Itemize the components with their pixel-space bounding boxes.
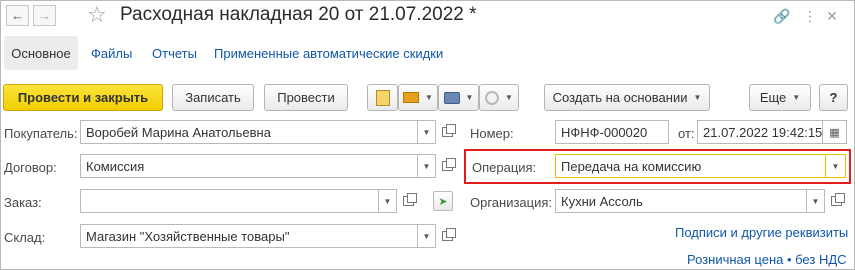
printer-icon bbox=[443, 91, 460, 104]
open-window-icon bbox=[402, 193, 417, 206]
calendar-button[interactable]: ▦ bbox=[823, 120, 847, 144]
open-window-icon bbox=[441, 158, 456, 171]
tab-discounts[interactable]: Примененные автоматические скидки bbox=[214, 46, 443, 61]
buyer-dropdown[interactable]: ▼ bbox=[418, 120, 436, 144]
operation-label: Операция: bbox=[472, 160, 537, 175]
organization-open-button[interactable] bbox=[826, 189, 846, 213]
create-based-on-label: Создать на основании bbox=[552, 90, 688, 105]
organization-label: Организация: bbox=[470, 195, 553, 210]
tab-main[interactable]: Основное bbox=[4, 36, 78, 70]
organization-input[interactable]: Кухни Ассоль bbox=[555, 189, 807, 213]
retail-price-link[interactable]: Розничная цена • без НДС bbox=[687, 252, 847, 267]
back-button[interactable]: ← bbox=[6, 5, 29, 26]
link-icon[interactable]: 🔗 bbox=[772, 6, 792, 26]
contract-open-button[interactable] bbox=[437, 154, 457, 178]
status-button[interactable]: ▼ bbox=[479, 84, 519, 111]
date-input[interactable]: 21.07.2022 19:42:15 bbox=[697, 120, 823, 144]
date-label: от: bbox=[678, 126, 695, 141]
post-and-close-button[interactable]: Провести и закрыть bbox=[3, 84, 163, 111]
buyer-label: Покупатель: bbox=[4, 126, 78, 141]
tab-reports[interactable]: Отчеты bbox=[152, 46, 197, 61]
order-open-button[interactable] bbox=[398, 189, 418, 213]
tab-files[interactable]: Файлы bbox=[91, 46, 132, 61]
operation-dropdown[interactable]: ▼ bbox=[826, 154, 846, 178]
operation-input[interactable]: Передача на комиссию bbox=[555, 154, 826, 178]
contract-label: Договор: bbox=[4, 160, 57, 175]
status-circle-icon bbox=[485, 90, 500, 105]
chevron-down-icon: ▼ bbox=[425, 93, 433, 102]
contract-input[interactable]: Комиссия bbox=[80, 154, 418, 178]
fill-document-icon: ➤ bbox=[438, 195, 448, 208]
window-title: Расходная накладная 20 от 21.07.2022 * bbox=[120, 4, 477, 25]
contract-dropdown[interactable]: ▼ bbox=[418, 154, 436, 178]
mail-icon bbox=[403, 92, 420, 103]
document-button[interactable] bbox=[367, 84, 398, 111]
help-button[interactable]: ? bbox=[819, 84, 848, 111]
create-based-on-button[interactable]: Создать на основании ▼ bbox=[544, 84, 710, 111]
buyer-input[interactable]: Воробей Марина Анатольевна bbox=[80, 120, 418, 144]
open-window-icon bbox=[441, 228, 456, 241]
number-label: Номер: bbox=[470, 126, 514, 141]
arrow-right-icon: → bbox=[38, 8, 51, 23]
print-button[interactable]: ▼ bbox=[438, 84, 479, 111]
post-button[interactable]: Провести bbox=[264, 84, 348, 111]
number-input[interactable]: НФНФ-000020 bbox=[555, 120, 669, 144]
warehouse-input[interactable]: Магазин "Хозяйственные товары" bbox=[80, 224, 418, 248]
order-input[interactable] bbox=[80, 189, 379, 213]
chevron-down-icon: ▼ bbox=[693, 93, 702, 102]
forward-button[interactable]: → bbox=[33, 5, 56, 26]
signatures-link[interactable]: Подписи и другие реквизиты bbox=[675, 225, 848, 240]
more-label: Еще bbox=[759, 90, 787, 105]
calendar-icon: ▦ bbox=[829, 126, 840, 139]
save-button[interactable]: Записать bbox=[172, 84, 254, 111]
warehouse-label: Склад: bbox=[4, 230, 46, 245]
organization-dropdown[interactable]: ▼ bbox=[807, 189, 825, 213]
order-dropdown[interactable]: ▼ bbox=[379, 189, 397, 213]
favorite-star-icon[interactable]: ☆ bbox=[87, 2, 107, 28]
order-label: Заказ: bbox=[4, 195, 42, 210]
open-window-icon bbox=[441, 124, 456, 137]
chevron-down-icon: ▼ bbox=[792, 93, 801, 102]
chevron-down-icon: ▼ bbox=[465, 93, 474, 102]
email-button[interactable]: ▼ bbox=[398, 84, 438, 111]
buyer-open-button[interactable] bbox=[437, 120, 457, 144]
warehouse-dropdown[interactable]: ▼ bbox=[418, 224, 436, 248]
more-button[interactable]: Еще ▼ bbox=[749, 84, 811, 111]
chevron-down-icon: ▼ bbox=[505, 93, 513, 102]
arrow-left-icon: ← bbox=[11, 8, 24, 23]
close-icon[interactable]: ✕ bbox=[822, 6, 842, 26]
more-vertical-icon[interactable]: ⋮ bbox=[800, 6, 820, 26]
warehouse-open-button[interactable] bbox=[437, 224, 457, 248]
open-window-icon bbox=[830, 193, 845, 206]
document-icon bbox=[375, 89, 390, 106]
fill-order-button[interactable]: ➤ bbox=[433, 191, 453, 211]
